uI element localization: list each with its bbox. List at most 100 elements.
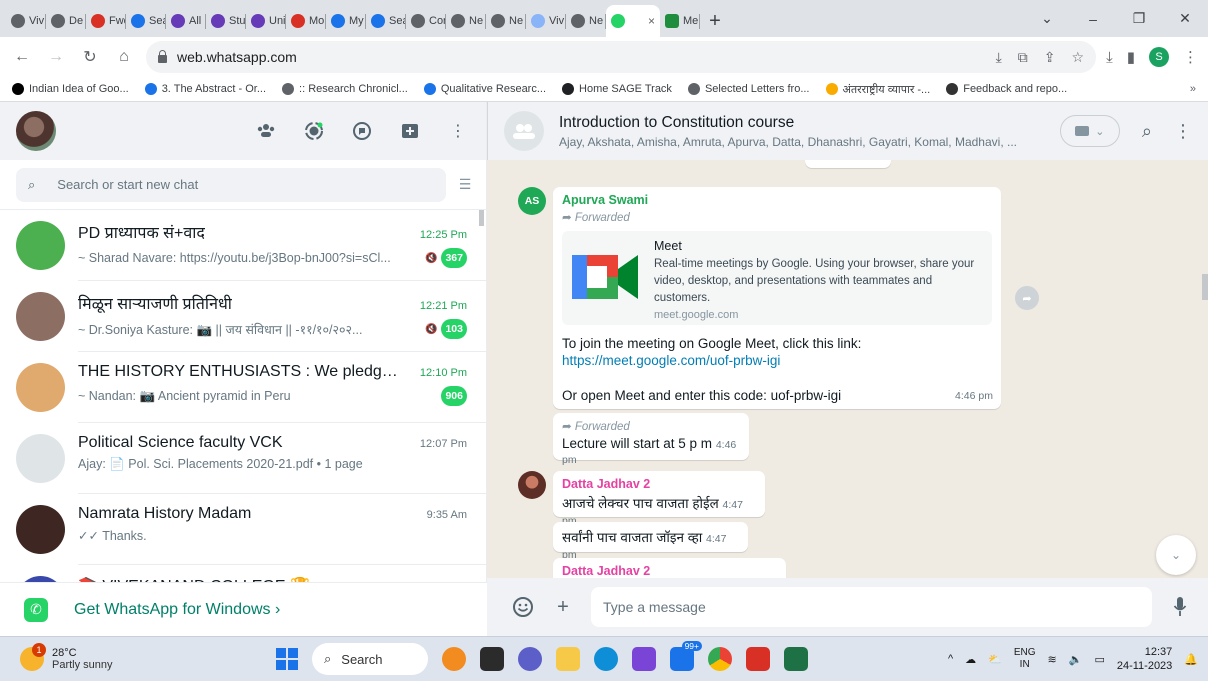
reload-button[interactable]: ↻ [78, 47, 102, 67]
channels-icon[interactable] [350, 119, 374, 143]
tab-whatsapp-active[interactable]: × [606, 5, 660, 37]
communities-icon[interactable] [254, 119, 278, 143]
browser-tab[interactable]: Viv [6, 5, 46, 37]
new-tab-button[interactable]: + [700, 5, 730, 37]
home-button[interactable]: ⌂ [112, 48, 136, 66]
chat-avatar[interactable] [16, 505, 65, 554]
search-messages-icon[interactable]: ⌕ [1142, 121, 1152, 142]
chat-avatar[interactable] [16, 363, 65, 412]
onedrive-icon[interactable]: ⛅ [988, 653, 1002, 666]
browser-tab[interactable]: Uni [246, 5, 286, 37]
bookmark-item[interactable]: Selected Letters fro... [687, 82, 810, 97]
back-button[interactable]: ← [10, 48, 34, 66]
browser-tab[interactable]: Sea [126, 5, 166, 37]
profile-avatar[interactable]: S [1149, 47, 1169, 67]
taskbar-search[interactable]: ⌕ Search [312, 643, 428, 675]
weather-widget[interactable]: 1 28°C Partly sunny [0, 643, 260, 671]
link-preview[interactable]: Meet Real-time meetings by Google. Using… [562, 231, 992, 325]
excel-app-icon[interactable] [784, 647, 808, 671]
search-input[interactable] [57, 177, 388, 192]
message-sender[interactable]: Datta Jadhav 2 [562, 564, 777, 578]
my-avatar[interactable] [16, 111, 56, 151]
message-sender[interactable]: Apurva Swami [562, 193, 992, 207]
browser-tab[interactable]: Cor [406, 5, 446, 37]
chat-list-item[interactable]: Political Science faculty VCK 12:07 Pm Aja… [0, 423, 487, 494]
bookmark-item[interactable]: Indian Idea of Goo... [12, 82, 129, 97]
notifications-icon[interactable]: 🔔 [1184, 653, 1198, 666]
chat-list-item[interactable]: THE HISTORY ENTHUSIASTS : We pledge to .… [0, 352, 487, 423]
chat-list-item[interactable]: Namrata History Madam 9:35 Am ✓✓ Thanks. [0, 494, 487, 565]
get-whatsapp-banner[interactable]: ✆ Get WhatsApp for Windows › [0, 582, 487, 636]
browser-tab[interactable]: Stu [206, 5, 246, 37]
windows-start-icon[interactable] [276, 648, 298, 670]
video-call-button[interactable]: ⌄ [1059, 115, 1120, 147]
open-in-app-icon[interactable]: ⧉ [1018, 49, 1028, 66]
store-app-icon[interactable] [632, 647, 656, 671]
conversation-menu-icon[interactable]: ⋮ [1174, 121, 1192, 142]
address-bar[interactable]: web.whatsapp.com ⤓ ⧉ ⇪ ☆ [146, 41, 1097, 73]
input-language[interactable]: ENG IN [1014, 647, 1036, 671]
search-box[interactable]: ⌕ [16, 167, 446, 202]
group-avatar[interactable] [504, 111, 544, 151]
edge-browser-icon[interactable] [594, 647, 618, 671]
bookmark-item[interactable]: 3. The Abstract - Or... [144, 82, 266, 97]
bookmark-item[interactable]: Home SAGE Track [562, 82, 672, 97]
chat-list-item[interactable]: मिळून साऱ्याजणी प्रतिनिधी 12:21 Pm ~ Dr.So… [0, 281, 487, 352]
new-chat-icon[interactable] [398, 119, 422, 143]
teams-chat-icon[interactable] [518, 647, 542, 671]
status-icon[interactable] [302, 119, 326, 143]
browser-tab[interactable]: My [326, 5, 366, 37]
browser-tab[interactable]: Fwc [86, 5, 126, 37]
tab-search-icon[interactable]: ⌄ [1024, 10, 1070, 27]
restore-button[interactable]: ❐ [1116, 10, 1162, 27]
install-app-icon[interactable]: ⤓ [996, 49, 1002, 66]
cloud-sync-icon[interactable]: ☁ [965, 653, 976, 666]
get-whatsapp-link[interactable]: Get WhatsApp for Windows › [74, 601, 280, 619]
volume-icon[interactable]: 🔈 [1069, 653, 1083, 666]
file-explorer-icon[interactable] [556, 647, 580, 671]
system-clock[interactable]: 12:37 24-11-2023 [1117, 645, 1172, 673]
browser-tab[interactable]: Ne [486, 5, 526, 37]
more-bookmarks-icon[interactable]: » [1190, 83, 1196, 95]
show-hidden-icons[interactable]: ^ [948, 653, 953, 665]
browser-tab[interactable]: Ne [566, 5, 606, 37]
bookmark-item[interactable]: अंतरराष्ट्रीय व्यापार -... [825, 82, 930, 97]
forward-button[interactable]: → [44, 48, 68, 66]
wifi-icon[interactable]: ≋ [1048, 653, 1057, 666]
close-tab-icon[interactable]: × [648, 14, 655, 28]
chat-avatar[interactable] [16, 221, 65, 270]
menu-kebab-icon[interactable]: ⋮ [1183, 48, 1198, 66]
browser-tab[interactable]: All [166, 5, 206, 37]
browser-tab[interactable]: Mo [286, 5, 326, 37]
meet-link[interactable]: https://meet.google.com/uof-prbw-igi [562, 353, 992, 368]
bookmark-star-icon[interactable]: ☆ [1072, 49, 1085, 66]
browser-tab[interactable]: De [46, 5, 86, 37]
widgets-app-icon[interactable] [442, 647, 466, 671]
browser-tab[interactable]: Viv [526, 5, 566, 37]
emoji-icon[interactable] [511, 595, 535, 619]
battery-icon[interactable]: ▭ [1094, 653, 1104, 666]
menu-icon[interactable]: ⋮ [446, 119, 470, 143]
downloads-icon[interactable]: ⤓ [1106, 49, 1113, 66]
attach-plus-icon[interactable]: + [551, 595, 575, 619]
close-window-button[interactable]: ✕ [1162, 10, 1208, 27]
bookmark-item[interactable]: :: Research Chronicl... [282, 82, 408, 97]
sidebar-scrollbar[interactable] [479, 210, 484, 226]
message-input[interactable] [591, 587, 1152, 627]
forward-share-icon[interactable]: ➦ [1015, 286, 1039, 310]
tab-last[interactable]: Me [660, 5, 700, 37]
scroll-to-bottom-button[interactable]: ⌄ [1156, 535, 1196, 575]
message-sender[interactable]: Datta Jadhav 2 [562, 477, 756, 491]
acrobat-reader-icon[interactable] [746, 647, 770, 671]
chat-avatar[interactable] [16, 434, 65, 483]
minimize-button[interactable]: – [1070, 11, 1116, 27]
bookmark-item[interactable]: Qualitative Researc... [423, 82, 546, 97]
chrome-browser-icon[interactable] [708, 647, 732, 671]
browser-tab[interactable]: Ne [446, 5, 486, 37]
bookmark-item[interactable]: Feedback and repo... [946, 82, 1067, 97]
mail-app-icon[interactable]: 99+ [670, 641, 702, 671]
browser-tab[interactable]: Sea [366, 5, 406, 37]
share-icon[interactable]: ⇪ [1044, 49, 1056, 66]
side-panel-icon[interactable]: ▮ [1127, 48, 1135, 66]
microphone-icon[interactable] [1168, 595, 1192, 619]
